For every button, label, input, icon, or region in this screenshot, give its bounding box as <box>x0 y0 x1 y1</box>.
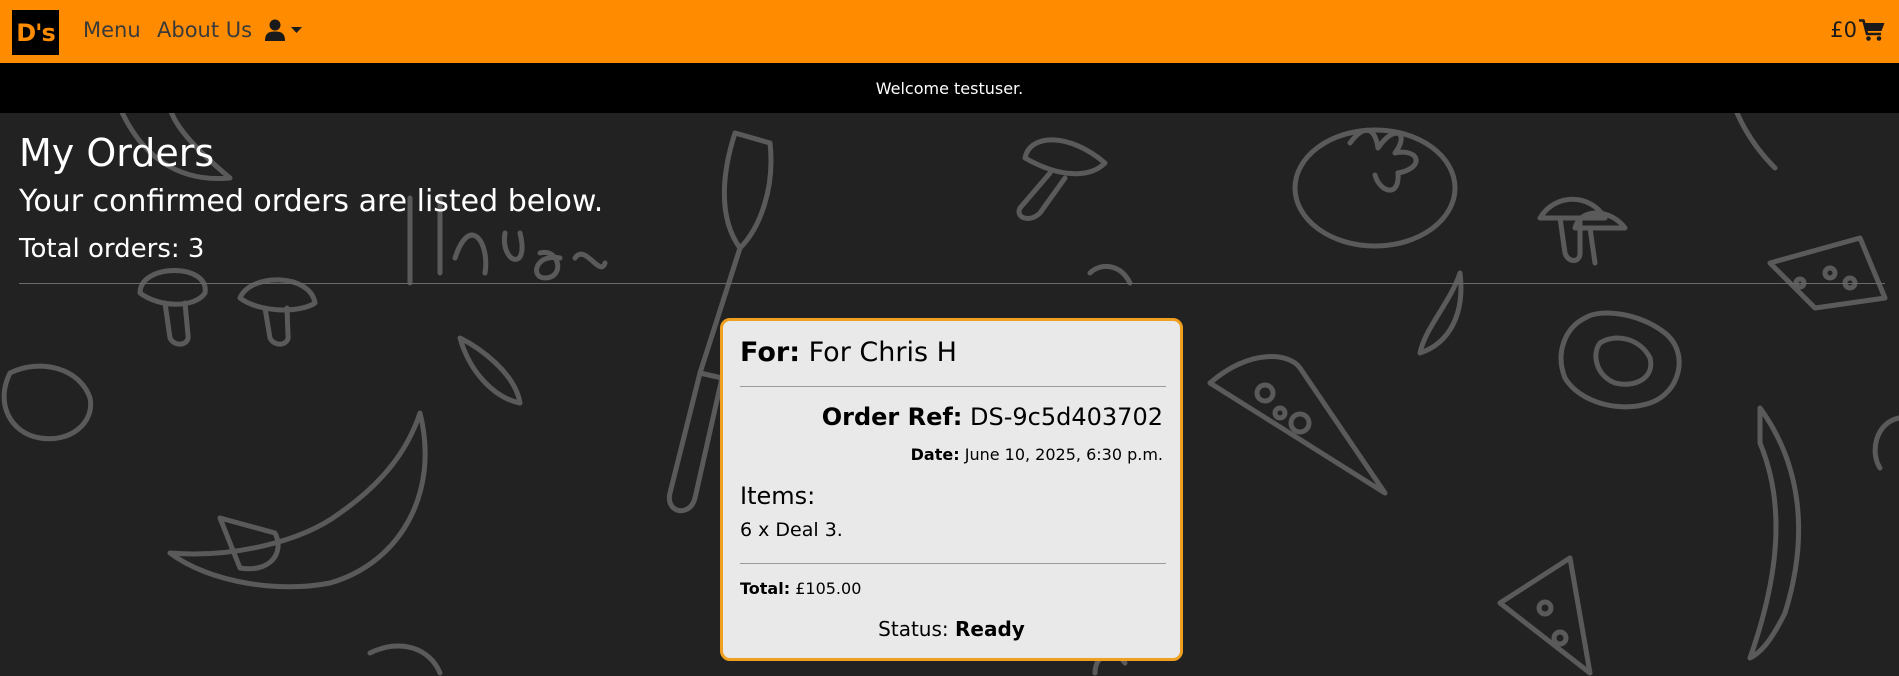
order-recipient: For: For Chris H <box>740 337 957 368</box>
order-total-label: Total: <box>740 579 791 598</box>
order-recipient-label: For: <box>740 337 801 368</box>
total-orders-count: Total orders: 3 <box>19 234 205 264</box>
order-date-label: Date: <box>910 445 960 464</box>
order-reference: Order Ref: DS-9c5d403702 <box>822 403 1163 431</box>
order-total: Total: £105.00 <box>740 579 861 598</box>
brand-logo[interactable]: D's <box>12 10 59 55</box>
order-ref-value: DS-9c5d403702 <box>970 403 1163 431</box>
card-divider <box>740 386 1166 387</box>
welcome-message: Welcome testuser. <box>875 78 1024 98</box>
logo-text: D's <box>16 18 56 47</box>
cart-link[interactable]: £0 <box>1830 18 1885 42</box>
user-icon <box>265 19 285 41</box>
main-content: My Orders Your confirmed orders are list… <box>0 113 1899 676</box>
order-status: Status: Ready <box>723 617 1180 641</box>
order-status-value: Ready <box>955 617 1025 641</box>
cart-icon <box>1859 19 1885 41</box>
nav-menu-link[interactable]: Menu <box>83 18 141 42</box>
order-date-value: June 10, 2025, 6:30 p.m. <box>964 445 1163 464</box>
chevron-down-icon <box>291 26 302 33</box>
order-ref-label: Order Ref: <box>821 403 963 431</box>
order-status-label: Status: <box>878 617 949 641</box>
welcome-banner: Welcome testuser. <box>0 63 1899 113</box>
order-date: Date: June 10, 2025, 6:30 p.m. <box>911 445 1163 464</box>
card-divider <box>740 563 1166 564</box>
page-title: My Orders <box>19 131 215 175</box>
order-recipient-value: For Chris H <box>808 337 957 368</box>
navbar: D's Menu About Us £0 <box>0 0 1899 63</box>
order-total-value: £105.00 <box>795 579 862 598</box>
cart-total: £0 <box>1830 18 1857 42</box>
section-divider <box>19 283 1885 284</box>
nav-about-link[interactable]: About Us <box>157 18 252 42</box>
user-dropdown-toggle[interactable] <box>265 19 302 41</box>
order-items-list: 6 x Deal 3. <box>740 519 843 541</box>
page-subtitle: Your confirmed orders are listed below. <box>19 184 604 219</box>
order-items-heading: Items: <box>740 482 816 510</box>
order-card: For: For Chris H Order Ref: DS-9c5d40370… <box>720 318 1183 661</box>
